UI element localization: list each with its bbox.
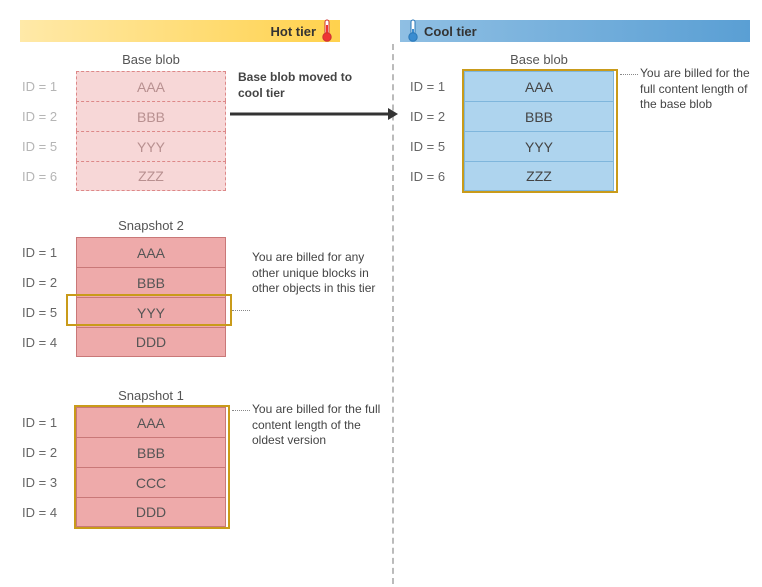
table-row: ID = 1AAA xyxy=(20,237,230,267)
row-value: CCC xyxy=(76,467,226,497)
table-row: ID = 6ZZZ xyxy=(20,161,230,191)
snapshot2-title: Snapshot 2 xyxy=(76,218,226,233)
base-blob-hot-group: Base blob ID = 1AAA ID = 2BBB ID = 5YYY … xyxy=(20,52,230,191)
table-row: ID = 2BBB xyxy=(20,267,230,297)
table-row: ID = 4DDD xyxy=(20,327,230,357)
row-value: AAA xyxy=(464,71,614,101)
row-id: ID = 4 xyxy=(20,335,76,350)
table-row: ID = 2BBB xyxy=(20,437,230,467)
row-value: YYY xyxy=(76,131,226,161)
row-id: ID = 1 xyxy=(20,415,76,430)
row-value: BBB xyxy=(76,101,226,131)
row-id: ID = 1 xyxy=(408,79,464,94)
row-value: ZZZ xyxy=(76,161,226,191)
snapshot1-title: Snapshot 1 xyxy=(76,388,226,403)
table-row: ID = 2BBB xyxy=(20,101,230,131)
table-row: ID = 5YYY xyxy=(408,131,618,161)
row-id: ID = 6 xyxy=(408,169,464,184)
row-id: ID = 2 xyxy=(20,109,76,124)
row-id: ID = 5 xyxy=(408,139,464,154)
row-value: AAA xyxy=(76,71,226,101)
snapshot1-group: Snapshot 1 ID = 1AAA ID = 2BBB ID = 3CCC… xyxy=(20,388,230,527)
row-value: BBB xyxy=(464,101,614,131)
connector-dots xyxy=(620,74,638,75)
row-value: YYY xyxy=(76,297,226,327)
table-row: ID = 1AAA xyxy=(20,71,230,101)
connector-dots xyxy=(232,310,250,311)
row-id: ID = 3 xyxy=(20,475,76,490)
row-value: YYY xyxy=(464,131,614,161)
row-value: BBB xyxy=(76,267,226,297)
snap1-billing-annot: You are billed for the full content leng… xyxy=(252,402,382,449)
snap2-billing-annot: You are billed for any other unique bloc… xyxy=(252,250,382,297)
table-row: ID = 4DDD xyxy=(20,497,230,527)
row-id: ID = 2 xyxy=(408,109,464,124)
hot-tier-label: Hot tier xyxy=(271,24,317,39)
cool-tier-label: Cool tier xyxy=(424,24,477,39)
base-blob-cool-title: Base blob xyxy=(464,52,614,67)
tier-divider xyxy=(392,44,394,584)
table-row: ID = 1AAA xyxy=(20,407,230,437)
thermometer-hot-icon xyxy=(320,19,334,43)
row-id: ID = 5 xyxy=(20,139,76,154)
table-row: ID = 3CCC xyxy=(20,467,230,497)
base-blob-cool-group: Base blob ID = 1AAA ID = 2BBB ID = 5YYY … xyxy=(408,52,618,191)
arrow-icon xyxy=(230,106,398,125)
row-value: BBB xyxy=(76,437,226,467)
row-value: DDD xyxy=(76,327,226,357)
row-id: ID = 6 xyxy=(20,169,76,184)
cool-tier-bar: Cool tier xyxy=(400,20,750,42)
row-value: AAA xyxy=(76,237,226,267)
row-id: ID = 2 xyxy=(20,275,76,290)
connector-dots xyxy=(232,410,250,411)
thermometer-cool-icon xyxy=(406,19,420,43)
table-row: ID = 5YYY xyxy=(20,131,230,161)
hot-tier-bar: Hot tier xyxy=(20,20,340,42)
table-row: ID = 2BBB xyxy=(408,101,618,131)
base-blob-hot-title: Base blob xyxy=(76,52,226,67)
row-value: ZZZ xyxy=(464,161,614,191)
row-id: ID = 1 xyxy=(20,79,76,94)
table-row: ID = 6ZZZ xyxy=(408,161,618,191)
row-id: ID = 4 xyxy=(20,505,76,520)
row-id: ID = 2 xyxy=(20,445,76,460)
row-id: ID = 5 xyxy=(20,305,76,320)
move-label: Base blob moved to cool tier xyxy=(238,70,368,101)
table-row: ID = 1AAA xyxy=(408,71,618,101)
cool-billing-annot: You are billed for the full content leng… xyxy=(640,66,758,113)
row-value: AAA xyxy=(76,407,226,437)
table-row: ID = 5YYY xyxy=(20,297,230,327)
row-value: DDD xyxy=(76,497,226,527)
snapshot2-group: Snapshot 2 ID = 1AAA ID = 2BBB ID = 5YYY… xyxy=(20,218,230,357)
row-id: ID = 1 xyxy=(20,245,76,260)
diagram-canvas: Hot tier Cool tier Base blob ID = 1AAA I… xyxy=(0,0,762,587)
